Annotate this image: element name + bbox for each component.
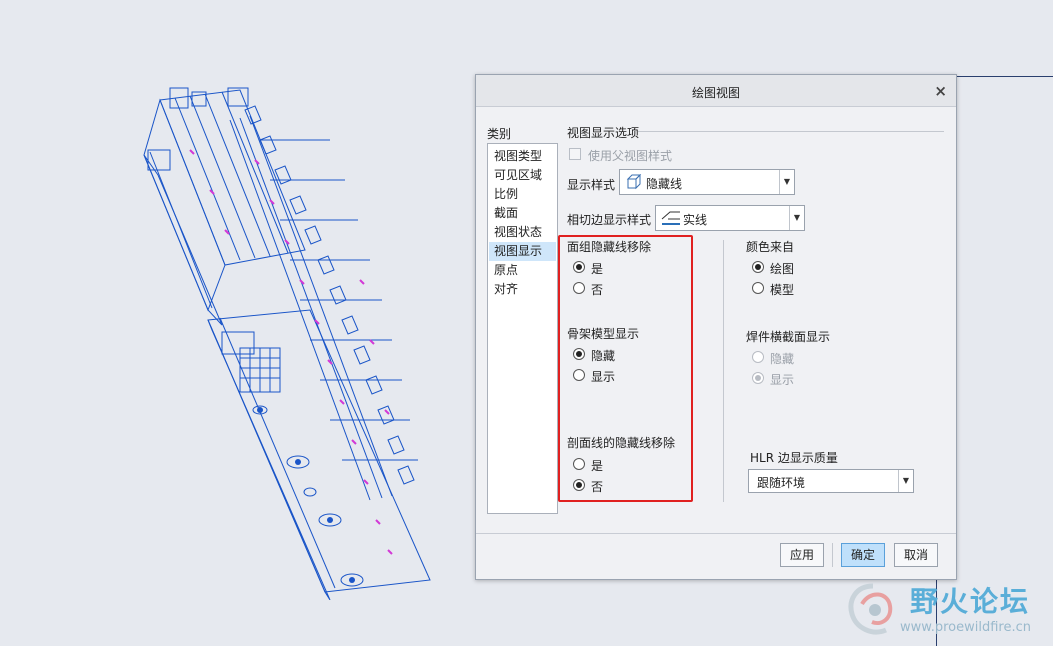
drawing-frame-line: [957, 76, 1053, 77]
category-item-section[interactable]: 截面: [489, 204, 556, 223]
category-label: 类别: [487, 127, 512, 141]
display-style-value: 隐藏线: [646, 177, 683, 191]
options-header-line: [638, 131, 944, 132]
column-separator: [723, 240, 724, 502]
cancel-button[interactable]: 取消: [894, 543, 938, 567]
display-style-label: 显示样式: [567, 178, 616, 192]
dialog-titlebar[interactable]: 绘图视图 ×: [476, 75, 956, 107]
hlr-quality-value: 跟随环境: [757, 476, 806, 490]
hidden-line-icon: [626, 174, 642, 190]
model-wireframe: [143, 87, 431, 600]
solid-tangent-edge-icon: [661, 211, 680, 225]
weld-section-title: 焊件横截面显示: [746, 330, 831, 344]
chevron-down-icon[interactable]: ▼: [789, 206, 804, 230]
use-parent-style-label: 使用父视图样式: [588, 149, 673, 163]
color-source-title: 颜色来自: [746, 240, 795, 254]
category-item-view-display[interactable]: 视图显示: [489, 242, 556, 261]
display-style-dropdown[interactable]: 隐藏线 ▼: [619, 169, 795, 195]
hlr-quality-label: HLR 边显示质量: [750, 451, 838, 465]
weld-section-hide-radio[interactable]: [752, 351, 764, 363]
forum-watermark: 野火论坛 www.proewildfire.cn: [838, 574, 1053, 646]
category-item-view-type[interactable]: 视图类型: [489, 147, 556, 166]
color-source-model-radio[interactable]: [752, 282, 764, 294]
watermark-url: www.proewildfire.cn: [900, 620, 1031, 635]
footer-divider: [476, 533, 956, 534]
highlight-box: [558, 235, 693, 502]
color-source-drawing-radio[interactable]: [752, 261, 764, 273]
chevron-down-icon[interactable]: ▼: [779, 170, 794, 194]
drawing-view-dialog: 绘图视图 × 类别 视图类型 可见区域 比例 截面 视图状态 视图显示 原点 对…: [475, 74, 957, 580]
category-list[interactable]: 视图类型 可见区域 比例 截面 视图状态 视图显示 原点 对齐: [487, 143, 558, 514]
watermark-logo-icon: [848, 583, 893, 635]
color-source-model-label: 模型: [770, 283, 795, 297]
button-separator: [832, 543, 833, 567]
drawing-canvas[interactable]: 绘图视图 × 类别 视图类型 可见区域 比例 截面 视图状态 视图显示 原点 对…: [0, 0, 1053, 646]
watermark-name: 野火论坛: [910, 585, 1031, 618]
category-item-scale[interactable]: 比例: [489, 185, 556, 204]
tangent-edge-label: 相切边显示样式: [567, 213, 652, 227]
chevron-down-icon[interactable]: ▼: [898, 470, 913, 492]
tangent-edge-value: 实线: [683, 213, 708, 227]
category-item-alignment[interactable]: 对齐: [489, 280, 556, 299]
color-source-drawing-label: 绘图: [770, 262, 795, 276]
category-item-visible-area[interactable]: 可见区域: [489, 166, 556, 185]
use-parent-style-checkbox[interactable]: [569, 148, 581, 160]
dialog-title: 绘图视图: [691, 86, 740, 100]
weld-section-show-radio[interactable]: [752, 372, 764, 384]
apply-button[interactable]: 应用: [780, 543, 824, 567]
tangent-edge-dropdown[interactable]: 实线 ▼: [655, 205, 805, 231]
options-header: 视图显示选项: [567, 126, 640, 140]
category-item-view-state[interactable]: 视图状态: [489, 223, 556, 242]
weld-section-hide-label: 隐藏: [770, 352, 795, 366]
weld-section-show-label: 显示: [770, 373, 795, 387]
hlr-quality-dropdown[interactable]: 跟随环境 ▼: [748, 469, 914, 493]
close-icon[interactable]: ×: [934, 82, 947, 100]
ok-button[interactable]: 确定: [841, 543, 885, 567]
category-item-origin[interactable]: 原点: [489, 261, 556, 280]
